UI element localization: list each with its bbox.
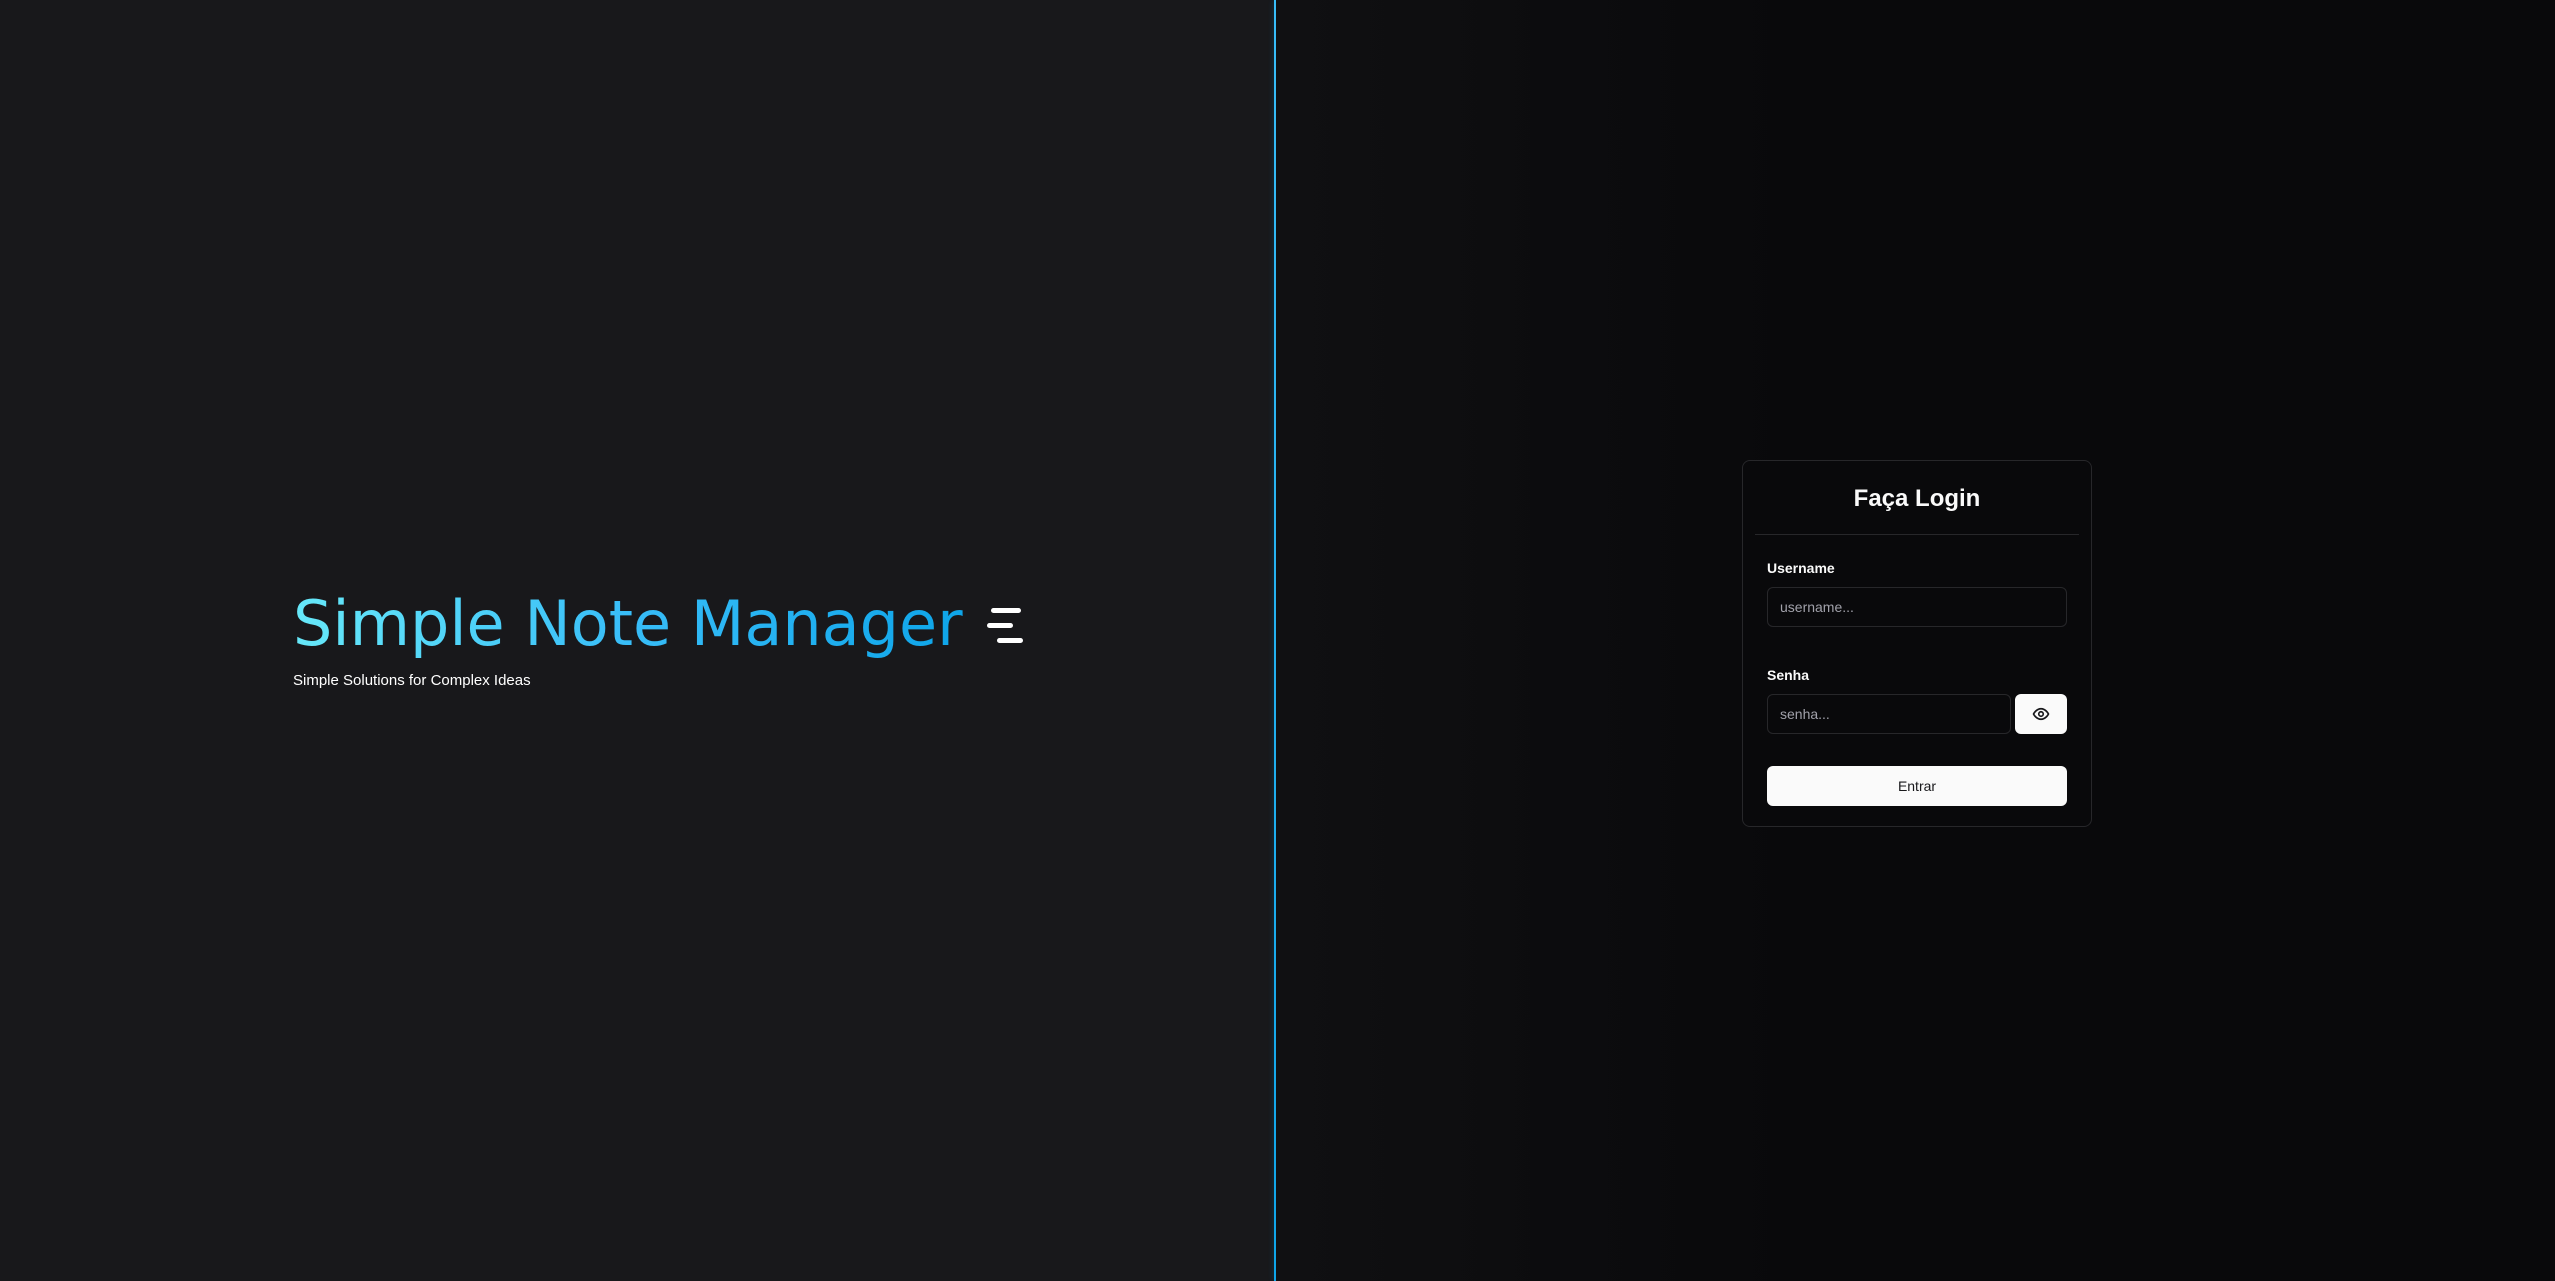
- app-title: Simple Note Manager: [293, 584, 963, 664]
- username-label: Username: [1767, 560, 1835, 576]
- username-input[interactable]: [1767, 587, 2067, 627]
- password-row: [1767, 694, 2067, 734]
- app-tagline: Simple Solutions for Complex Ideas: [293, 672, 531, 689]
- login-title: Faça Login: [1853, 484, 1981, 512]
- password-label: Senha: [1767, 667, 1810, 683]
- toggle-password-visibility-button[interactable]: [2015, 694, 2067, 734]
- login-submit-button[interactable]: Entrar: [1767, 766, 2067, 806]
- eye-icon: [2032, 707, 2050, 721]
- brand-block: Simple Note Manager Simple Solutions for…: [293, 584, 1027, 689]
- login-form: Username Senha Entrar: [1743, 560, 2091, 806]
- login-page: Simple Note Manager Simple Solutions for…: [0, 0, 2555, 1281]
- menu-lines-icon: [986, 604, 1027, 648]
- login-card-header: Faça Login: [1755, 461, 2079, 535]
- password-input[interactable]: [1767, 694, 2011, 734]
- branding-panel: Simple Note Manager Simple Solutions for…: [0, 0, 1274, 1281]
- brand-title-row: Simple Note Manager: [293, 584, 1027, 664]
- login-card: Faça Login Username Senha Entrar: [1742, 460, 2092, 827]
